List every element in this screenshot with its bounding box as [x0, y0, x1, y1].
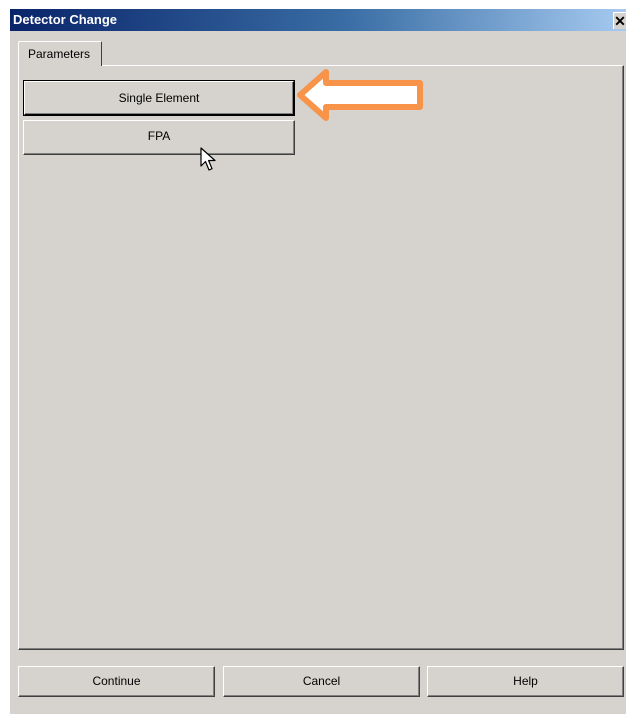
single-element-button[interactable]: Single Element [23, 80, 295, 116]
tab-parameters[interactable]: Parameters [18, 41, 102, 66]
arrow-left-icon [297, 69, 423, 121]
window-title: Detector Change [13, 12, 118, 27]
mouse-cursor-icon [200, 147, 216, 171]
help-button[interactable]: Help [427, 666, 624, 697]
tab-parameters-label: Parameters [28, 47, 91, 61]
continue-button[interactable]: Continue [18, 666, 215, 697]
cancel-button[interactable]: Cancel [223, 666, 420, 697]
fpa-button[interactable]: FPA [23, 120, 295, 155]
close-button[interactable]: ✕ [613, 12, 626, 29]
title-bar[interactable]: Detector Change ✕ [10, 9, 626, 31]
close-icon: ✕ [614, 13, 626, 29]
